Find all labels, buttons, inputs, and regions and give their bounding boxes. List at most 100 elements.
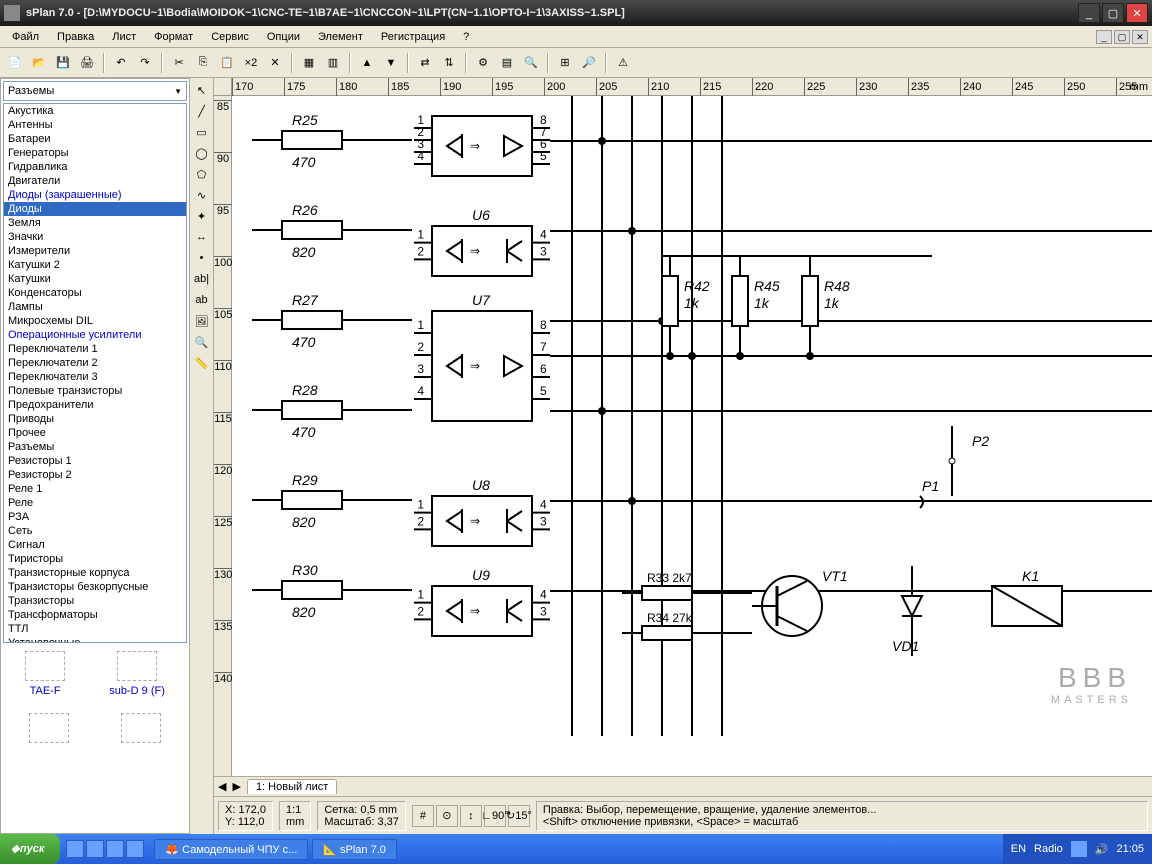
- menu-format[interactable]: Формат: [146, 29, 201, 45]
- menu-sheet[interactable]: Лист: [104, 29, 144, 45]
- category-item[interactable]: Земля: [4, 216, 186, 230]
- angle-button[interactable]: ∟90°: [484, 805, 506, 827]
- category-item[interactable]: Операционные усилители: [4, 328, 186, 342]
- category-item[interactable]: Переключатели 2: [4, 356, 186, 370]
- flip-v-button[interactable]: ⇅: [438, 52, 460, 74]
- category-item[interactable]: Катушки 2: [4, 258, 186, 272]
- category-item[interactable]: Установочные: [4, 636, 186, 643]
- category-item[interactable]: Прочее: [4, 426, 186, 440]
- category-item[interactable]: Диоды (закрашенные): [4, 188, 186, 202]
- category-item[interactable]: Батареи: [4, 132, 186, 146]
- sheet-tab-1[interactable]: 1: Новый лист: [247, 779, 337, 794]
- menu-service[interactable]: Сервис: [203, 29, 257, 45]
- category-item[interactable]: Трансформаторы: [4, 608, 186, 622]
- category-item[interactable]: Переключатели 1: [4, 342, 186, 356]
- flip-h-button[interactable]: ⇄: [414, 52, 436, 74]
- special-tool[interactable]: ✦: [192, 206, 212, 226]
- zoom-button[interactable]: 🔎: [578, 52, 600, 74]
- save-button[interactable]: 💾: [52, 52, 74, 74]
- delete-button[interactable]: ✕: [264, 52, 286, 74]
- menu-options[interactable]: Опции: [259, 29, 308, 45]
- menu-element[interactable]: Элемент: [310, 29, 371, 45]
- close-button[interactable]: ✕: [1126, 3, 1148, 23]
- category-item[interactable]: Реле: [4, 496, 186, 510]
- category-item[interactable]: Сеть: [4, 524, 186, 538]
- node-tool[interactable]: •: [192, 248, 212, 268]
- category-item[interactable]: Транзисторы: [4, 594, 186, 608]
- symbol-extra2[interactable]: [121, 713, 161, 743]
- dim-tool[interactable]: ↔: [192, 227, 212, 247]
- schematic-canvas[interactable]: R25470 R26820 R27470 R28470 R29820 R3082…: [232, 96, 1152, 776]
- category-list[interactable]: АкустикаАнтенныБатареиГенераторыГидравли…: [3, 103, 187, 643]
- tray-icon[interactable]: [1071, 841, 1087, 857]
- mdi-min[interactable]: _: [1096, 30, 1112, 44]
- mdi-close[interactable]: ✕: [1132, 30, 1148, 44]
- category-item[interactable]: Транзисторные корпуса: [4, 566, 186, 580]
- task-splan[interactable]: 📐 sPlan 7.0: [312, 839, 397, 860]
- ql-3[interactable]: [106, 840, 124, 858]
- cut-button[interactable]: ✂: [168, 52, 190, 74]
- category-item[interactable]: Разъемы: [4, 440, 186, 454]
- category-item[interactable]: Резисторы 1: [4, 454, 186, 468]
- category-item[interactable]: Тиристоры: [4, 552, 186, 566]
- symbol-subd9[interactable]: sub-D 9 (F): [109, 651, 165, 697]
- category-item[interactable]: Генераторы: [4, 146, 186, 160]
- category-item[interactable]: Полевые транзисторы: [4, 384, 186, 398]
- grid-toggle[interactable]: #: [412, 805, 434, 827]
- category-item[interactable]: Диоды: [4, 202, 186, 216]
- list-button[interactable]: ▤: [496, 52, 518, 74]
- zoom-tool[interactable]: 🔍: [192, 332, 212, 352]
- category-item[interactable]: РЗА: [4, 510, 186, 524]
- category-item[interactable]: Значки: [4, 230, 186, 244]
- category-item[interactable]: ТТЛ: [4, 622, 186, 636]
- symbol-extra1[interactable]: [29, 713, 69, 743]
- category-item[interactable]: Акустика: [4, 104, 186, 118]
- category-item[interactable]: Измерители: [4, 244, 186, 258]
- ruler-toggle[interactable]: ↕: [460, 805, 482, 827]
- menu-edit[interactable]: Правка: [49, 29, 102, 45]
- circle-tool[interactable]: ◯: [192, 143, 212, 163]
- menu-help[interactable]: ?: [455, 29, 477, 45]
- textbox-tool[interactable]: ab: [192, 290, 212, 310]
- menu-file[interactable]: Файл: [4, 29, 47, 45]
- open-button[interactable]: 📂: [28, 52, 50, 74]
- ql-4[interactable]: [126, 840, 144, 858]
- warning-button[interactable]: ⚠: [612, 52, 634, 74]
- category-item[interactable]: Реле 1: [4, 482, 186, 496]
- print-button[interactable]: 🖨: [76, 52, 98, 74]
- group-button[interactable]: ▦: [298, 52, 320, 74]
- ungroup-button[interactable]: ▥: [322, 52, 344, 74]
- category-item[interactable]: Предохранители: [4, 398, 186, 412]
- line-tool[interactable]: ╱: [192, 101, 212, 121]
- category-item[interactable]: Резисторы 2: [4, 468, 186, 482]
- mdi-max[interactable]: ▢: [1114, 30, 1130, 44]
- ql-1[interactable]: [66, 840, 84, 858]
- category-item[interactable]: Двигатели: [4, 174, 186, 188]
- menu-register[interactable]: Регистрация: [373, 29, 453, 45]
- rotate-button[interactable]: ↻15°: [508, 805, 530, 827]
- category-item[interactable]: Переключатели 3: [4, 370, 186, 384]
- dup-button[interactable]: ×2: [240, 52, 262, 74]
- task-browser[interactable]: 🦊 Самодельный ЧПУ с...: [154, 839, 308, 860]
- systray[interactable]: ENRadio 🔊21:05: [1003, 834, 1152, 864]
- measure-tool[interactable]: 📏: [192, 353, 212, 373]
- redo-button[interactable]: ↷: [134, 52, 156, 74]
- category-item[interactable]: Катушки: [4, 272, 186, 286]
- rect-tool[interactable]: ▭: [192, 122, 212, 142]
- minimize-button[interactable]: _: [1078, 3, 1100, 23]
- category-item[interactable]: Сигнал: [4, 538, 186, 552]
- image-tool[interactable]: 🖼: [192, 311, 212, 331]
- ql-2[interactable]: [86, 840, 104, 858]
- snap-toggle[interactable]: ⊙: [436, 805, 458, 827]
- category-item[interactable]: Антенны: [4, 118, 186, 132]
- text-tool[interactable]: ab|: [192, 269, 212, 289]
- category-item[interactable]: Микросхемы DIL: [4, 314, 186, 328]
- category-item[interactable]: Приводы: [4, 412, 186, 426]
- front-button[interactable]: ▲: [356, 52, 378, 74]
- symbol-tae-f[interactable]: TAE-F: [25, 651, 65, 697]
- component-button[interactable]: ⚙: [472, 52, 494, 74]
- category-item[interactable]: Транзисторы безкорпусные: [4, 580, 186, 594]
- grid-button[interactable]: ⊞: [554, 52, 576, 74]
- new-button[interactable]: 📄: [4, 52, 26, 74]
- category-item[interactable]: Конденсаторы: [4, 286, 186, 300]
